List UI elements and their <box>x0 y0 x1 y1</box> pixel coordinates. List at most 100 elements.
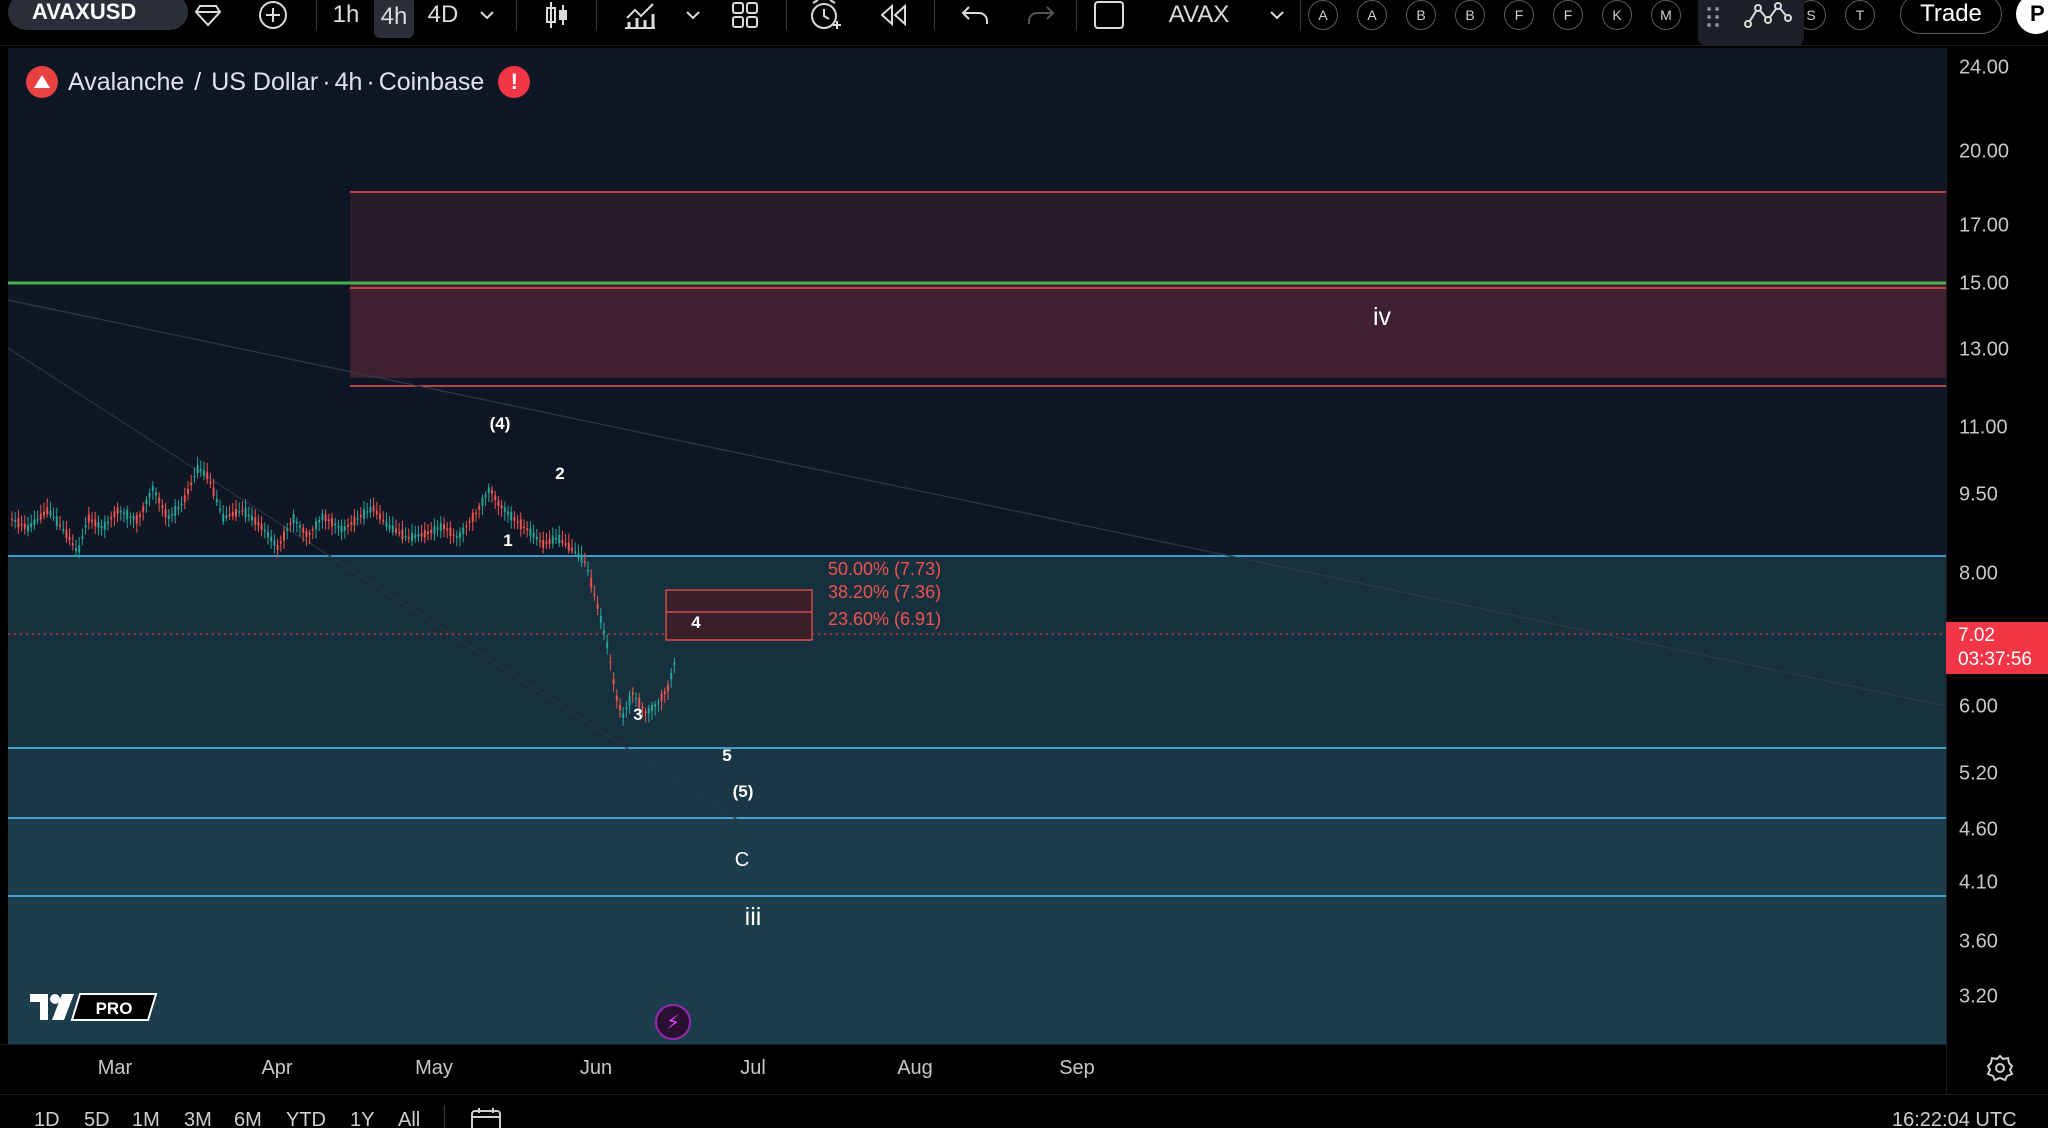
candle-body <box>78 545 81 553</box>
title-dot: · <box>366 67 375 96</box>
letter-button-b[interactable]: B <box>1406 0 1436 30</box>
range-ytd[interactable]: YTD <box>286 1109 326 1128</box>
lightning-icon[interactable]: ⚡ <box>655 1004 691 1040</box>
candle-body <box>238 511 241 513</box>
letter-button-k[interactable]: K <box>1602 0 1632 30</box>
compare-symbol-label[interactable]: AVAX <box>1162 0 1236 30</box>
price-tick: 4.10 <box>1959 871 1998 894</box>
range-3m[interactable]: 3M <box>184 1109 212 1128</box>
wave-label-5: 5 <box>722 746 731 765</box>
candle-body <box>187 488 189 494</box>
diamond-icon[interactable] <box>190 0 226 30</box>
candle-body <box>263 529 266 532</box>
candle-body <box>420 532 423 537</box>
candle-body <box>228 514 231 517</box>
price-axis[interactable]: 24.00 20.00 17.00 15.00 13.00 11.00 9.50… <box>1946 48 2048 1094</box>
wave-label-2: 2 <box>555 464 564 483</box>
candle-body <box>363 509 365 519</box>
candle-body <box>657 701 660 704</box>
candle-body <box>379 513 381 520</box>
price-tick: 9.50 <box>1959 483 1998 506</box>
candle-body <box>583 561 586 563</box>
letter-button-t[interactable]: T <box>1845 0 1875 30</box>
replay-icon[interactable] <box>876 0 910 30</box>
candle-body <box>171 513 173 516</box>
candle-body <box>215 498 218 503</box>
chart-title[interactable]: Avalanche / US Dollar · 4h · Coinbase ! <box>26 64 531 100</box>
candle-body <box>193 475 196 478</box>
candle-body <box>375 510 378 515</box>
letter-button-a[interactable]: A <box>1357 0 1387 30</box>
layouts-icon[interactable] <box>728 0 762 30</box>
settings-gear-icon[interactable] <box>1986 1054 2014 1082</box>
candle-body <box>241 509 244 512</box>
drag-handle-icon[interactable] <box>1706 6 1720 28</box>
indicators-icon[interactable] <box>622 0 658 30</box>
fullscreen-square-icon[interactable] <box>1092 0 1126 30</box>
timeframe-4h[interactable]: 4h <box>374 0 414 38</box>
letter-button-f[interactable]: F <box>1553 0 1583 30</box>
candle-body <box>596 604 599 609</box>
title-quote: US Dollar <box>211 67 319 96</box>
wave-label-iii: iii <box>745 903 762 931</box>
trade-button[interactable]: Trade <box>1900 0 2002 34</box>
candle-body <box>558 534 561 544</box>
price-tick: 15.00 <box>1959 272 2010 295</box>
wave-pattern-icon[interactable] <box>1744 2 1792 28</box>
calendar-icon[interactable] <box>470 1107 502 1128</box>
letter-button-a[interactable]: A <box>1308 0 1338 30</box>
utc-clock[interactable]: 16:22:04 UTC <box>1892 1109 2017 1128</box>
range-1d[interactable]: 1D <box>34 1109 60 1128</box>
wave-label-1: 1 <box>503 531 512 550</box>
letter-button-f[interactable]: F <box>1504 0 1534 30</box>
price-tick: 3.20 <box>1959 985 1998 1008</box>
candle-body <box>286 528 289 531</box>
candle-body <box>670 672 673 680</box>
letter-button-b[interactable]: B <box>1455 0 1485 30</box>
candle-body <box>577 553 580 558</box>
symbol-search-button[interactable]: AVAXUSD <box>8 0 188 30</box>
range-5d[interactable]: 5D <box>84 1109 110 1128</box>
timeframe-4d[interactable]: 4D <box>422 0 464 30</box>
candle-body <box>673 663 676 665</box>
range-6m[interactable]: 6M <box>234 1109 262 1128</box>
timeframe-1h[interactable]: 1h <box>328 0 364 30</box>
candle-body <box>209 481 212 484</box>
candle-body <box>235 508 237 517</box>
candle-body <box>14 519 17 522</box>
candle-body <box>283 531 285 541</box>
price-chart[interactable]: 50.00% (7.73) 38.20% (7.36) 23.60% (6.91… <box>8 48 1946 1044</box>
candle-body <box>87 514 90 523</box>
warning-icon[interactable]: ! <box>498 66 531 98</box>
floating-drawing-panel[interactable] <box>1698 0 1804 46</box>
candle-body <box>23 523 26 529</box>
candle-body <box>359 515 362 518</box>
chevron-down-icon[interactable] <box>680 0 706 30</box>
alert-clock-icon[interactable] <box>808 0 844 30</box>
chevron-down-icon[interactable] <box>1264 0 1290 30</box>
time-axis[interactable]: Mar Apr May Jun Jul Aug Sep <box>0 1044 1946 1094</box>
candle-body <box>46 507 49 515</box>
add-symbol-icon[interactable] <box>256 0 290 30</box>
fib-retracement-box[interactable] <box>665 589 813 641</box>
candle-body <box>203 470 205 476</box>
publish-button[interactable]: P <box>2016 0 2048 34</box>
candle-body <box>606 641 609 648</box>
candle-body <box>564 543 567 545</box>
candle-body <box>318 519 321 523</box>
range-1m[interactable]: 1M <box>132 1109 160 1128</box>
range-1y[interactable]: 1Y <box>350 1109 374 1128</box>
undo-icon[interactable] <box>958 0 992 30</box>
candles-icon[interactable] <box>540 0 574 30</box>
candle-body <box>631 692 634 695</box>
candle-body <box>305 530 308 538</box>
letter-button-m[interactable]: M <box>1651 0 1681 30</box>
candle-body <box>542 540 545 548</box>
chevron-down-icon[interactable] <box>474 0 500 30</box>
candle-body <box>388 525 391 529</box>
candle-body <box>427 531 429 535</box>
wave-label-4-paren: (4) <box>490 414 511 433</box>
range-all[interactable]: All <box>398 1109 420 1128</box>
redo-icon[interactable] <box>1024 0 1058 30</box>
chart-pane[interactable]: 50.00% (7.73) 38.20% (7.36) 23.60% (6.91… <box>8 48 1946 1044</box>
